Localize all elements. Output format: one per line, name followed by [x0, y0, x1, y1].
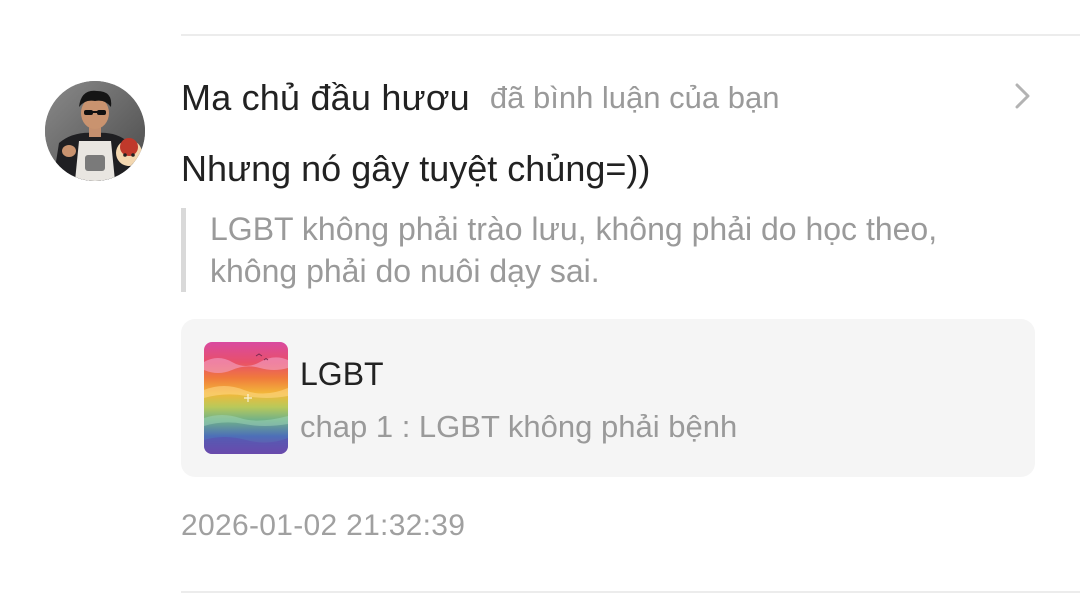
quoted-comment: LGBT không phải trào lưu, không phải do …	[181, 208, 1030, 292]
username[interactable]: Ma chủ đầu hươu	[181, 77, 470, 119]
action-text: đã bình luận của bạn	[489, 80, 780, 115]
timestamp: 2026-01-02 21:32:39	[181, 509, 466, 542]
comment-text: Nhưng nó gây tuyệt chủng=))	[181, 148, 651, 189]
story-title: LGBT	[300, 356, 384, 392]
notification-header: Ma chủ đầu hươu đã bình luận của bạn	[181, 74, 779, 122]
bottom-divider	[181, 591, 1080, 593]
user-avatar[interactable]	[45, 81, 145, 181]
quoted-comment-line: không phải do nuôi dạy sai.	[210, 253, 600, 289]
top-divider	[181, 34, 1080, 36]
story-chapter: chap 1 : LGBT không phải bệnh	[300, 409, 738, 444]
quoted-comment-line: LGBT không phải trào lưu, không phải do …	[210, 211, 938, 247]
chevron-right-icon[interactable]	[1006, 80, 1038, 112]
story-card[interactable]: LGBT chap 1 : LGBT không phải bệnh	[181, 319, 1035, 477]
rainbow-cover-image	[204, 342, 288, 454]
